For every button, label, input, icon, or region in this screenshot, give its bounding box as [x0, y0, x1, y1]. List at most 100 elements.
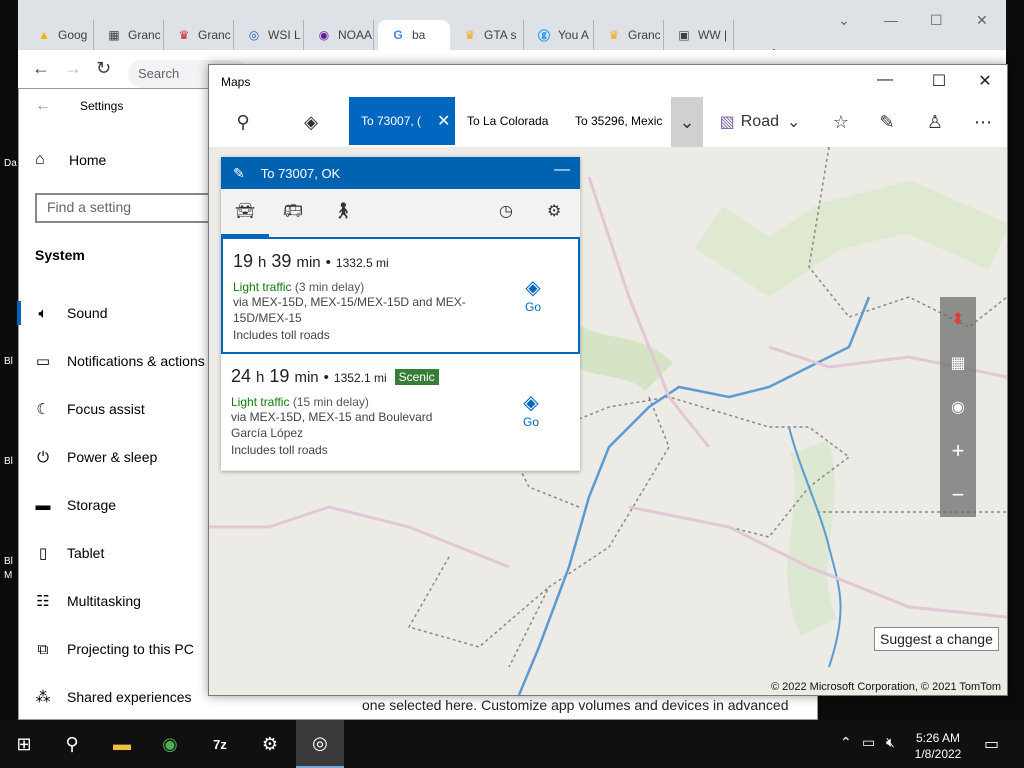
tab-label: NOAA [338, 28, 373, 42]
walking-icon[interactable]: 🚶︎ [333, 201, 353, 221]
clock[interactable]: 5:26 AM 1/8/2022 [910, 730, 966, 762]
collapse-icon[interactable]: — [554, 161, 570, 179]
windows-start-icon[interactable]: ⊞ [0, 720, 48, 768]
clock-icon[interactable]: ◷ [499, 201, 513, 221]
nav-label: Notifications & actions [67, 353, 205, 369]
crown-icon: ♛ [464, 28, 476, 42]
nav-item-tablet[interactable]: ▯ Tablet [19, 529, 219, 577]
chrome-icon[interactable]: ◉ [146, 720, 194, 768]
browser-tab[interactable]: ♛ Granc [164, 20, 234, 50]
home-icon: ⌂ [35, 151, 45, 168]
sound-description: one selected here. Customize app volumes… [362, 697, 789, 713]
browser-tab[interactable]: ▦ Granc [94, 20, 164, 50]
suggest-change-button[interactable]: Suggest a change [874, 627, 999, 651]
nav-item-shared[interactable]: ⁂ Shared experiences [19, 673, 219, 721]
browser-tab[interactable]: ⓖ You A [524, 20, 594, 50]
transit-icon[interactable]: 🚌︎ [283, 201, 303, 221]
network-icon[interactable]: ▭ [862, 734, 875, 751]
tab-label: WW | [698, 28, 728, 42]
settings-search-input[interactable]: Find a setting [35, 193, 215, 223]
google-g-icon: G [393, 28, 403, 42]
3d-cities-icon[interactable]: ▦ [940, 341, 976, 385]
volume-muted-icon[interactable]: 🔇︎ [886, 734, 895, 751]
nav-label: Projecting to this PC [67, 641, 194, 657]
browser-tab-active[interactable]: Gba [378, 20, 450, 50]
close-icon[interactable]: ✕ [976, 12, 988, 29]
map-style-label: Road [740, 113, 779, 130]
route-option[interactable]: 19 h 39 min • 1332.5 mi Light traffic (3… [221, 237, 580, 354]
back-icon[interactable]: ← [35, 97, 51, 115]
road-icon: ▧ [719, 114, 735, 131]
map-style-button[interactable]: ▧ Road ⌄ [717, 97, 803, 147]
minimize-icon[interactable]: — [884, 12, 898, 28]
search-icon[interactable]: ⚲ [221, 97, 265, 147]
locate-icon[interactable]: ◉ [940, 385, 976, 429]
zoom-in-icon[interactable]: + [940, 429, 976, 473]
close-icon[interactable]: ✕ [973, 71, 997, 91]
favorites-icon[interactable]: ☆ [821, 97, 861, 147]
nav-item-projecting[interactable]: ⧉ Projecting to this PC [19, 625, 219, 673]
notification-center-icon[interactable]: ▭ [984, 734, 999, 754]
browser-tab[interactable]: ♛ GTA s [450, 20, 524, 50]
maximize-icon[interactable]: ☐ [927, 71, 951, 91]
tablet-icon: ▯ [38, 545, 48, 562]
back-icon[interactable]: ← [32, 58, 50, 79]
browser-tab[interactable]: ◎ WSI L [234, 20, 304, 50]
nav-item-multitasking[interactable]: ☷ Multitasking [19, 577, 219, 625]
directions-panel: ✎ To 73007, OK — 🚘︎ 🚌︎ 🚶︎ ◷ ⚙ 19 h 39 mi… [221, 157, 580, 471]
chevron-up-icon[interactable]: ⌃ [840, 734, 852, 751]
search-icon[interactable]: ⚲ [48, 720, 96, 768]
nav-item-sound[interactable]: 🔈︎ Sound [17, 289, 219, 337]
file-explorer-icon[interactable]: ▬ [98, 720, 146, 768]
zoom-out-icon[interactable]: − [940, 473, 976, 517]
power-icon: ⏻ [37, 448, 49, 466]
nav-item-power[interactable]: ⏻ Power & sleep [19, 433, 219, 481]
tab-label: Granc [128, 28, 161, 42]
project-icon: ⧉ [37, 640, 49, 658]
more-icon[interactable]: ⋯ [963, 97, 1003, 147]
crown-icon: ♛ [178, 28, 190, 42]
storage-icon: ▬ [35, 496, 51, 514]
tab-label: Goog [58, 28, 88, 42]
tab-strip: ▲ Goog ▦ Granc ♛ Granc ◎ WSI L ◉ NOAA Gba ♛ GT… [18, 20, 1006, 66]
browser-tab[interactable]: ◉ NOAA [304, 20, 374, 50]
browser-tab[interactable]: ♛ Granc [594, 20, 664, 50]
tab-search-icon[interactable]: ⌄ [838, 12, 850, 29]
desktop-icon-label: Bl [4, 556, 13, 567]
maps-icon[interactable]: ◎ [296, 720, 344, 768]
ink-icon[interactable]: ✎ [867, 97, 907, 147]
nav-label: Tablet [67, 545, 105, 561]
route-tab[interactable]: To 35296, Mexic [563, 97, 669, 145]
browser-tab[interactable]: ▣ WW | [664, 20, 734, 50]
car-icon[interactable]: 🚘︎ [235, 201, 255, 221]
7zip-icon[interactable]: 7z [196, 720, 244, 768]
nav-item-notifications[interactable]: ▭ Notifications & actions [19, 337, 219, 385]
edit-icon[interactable]: ✎ [233, 165, 245, 182]
map-canvas[interactable]: ✎ To 73007, OK — 🚘︎ 🚌︎ 🚶︎ ◷ ⚙ 19 h 39 mi… [209, 147, 1007, 695]
minimize-icon[interactable]: — [873, 71, 897, 89]
route-tab[interactable]: To La Colorada [455, 97, 563, 145]
account-icon[interactable]: ♙ [915, 97, 955, 147]
route-duration: 19 h 39 min • 1332.5 mi [233, 251, 389, 271]
go-button[interactable]: ◈ Go [519, 275, 547, 314]
browser-tab[interactable]: ▲ Goog [24, 20, 94, 50]
forward-icon[interactable]: → [64, 58, 82, 79]
home-nav-item[interactable]: ⌂ Home [35, 151, 106, 169]
settings-icon[interactable]: ⚙ [246, 720, 294, 768]
close-icon[interactable]: ✕ [437, 111, 450, 131]
desktop-icon-label: Da [4, 158, 17, 169]
newspaper-icon: ▦ [108, 28, 120, 42]
tab-label: Granc [628, 28, 661, 42]
gear-icon[interactable]: ⚙ [547, 201, 561, 221]
route-tab-active[interactable]: To 73007, (✕ [349, 97, 455, 145]
google-drive-icon: ▲ [38, 28, 50, 42]
compass-icon[interactable]: ⬍ [940, 297, 976, 341]
chevron-down-icon[interactable]: ⌄ [671, 97, 703, 147]
go-button[interactable]: ◈ Go [517, 390, 545, 429]
reload-icon[interactable]: ↻ [96, 58, 111, 79]
directions-icon[interactable]: ◈ [289, 97, 333, 147]
maximize-icon[interactable]: ☐ [930, 12, 943, 29]
route-option[interactable]: 24 h 19 min • 1352.1 mi Scenic Light traf… [221, 354, 580, 471]
nav-item-storage[interactable]: ▬ Storage [19, 481, 219, 529]
nav-item-focus-assist[interactable]: ☾ Focus assist [19, 385, 219, 433]
